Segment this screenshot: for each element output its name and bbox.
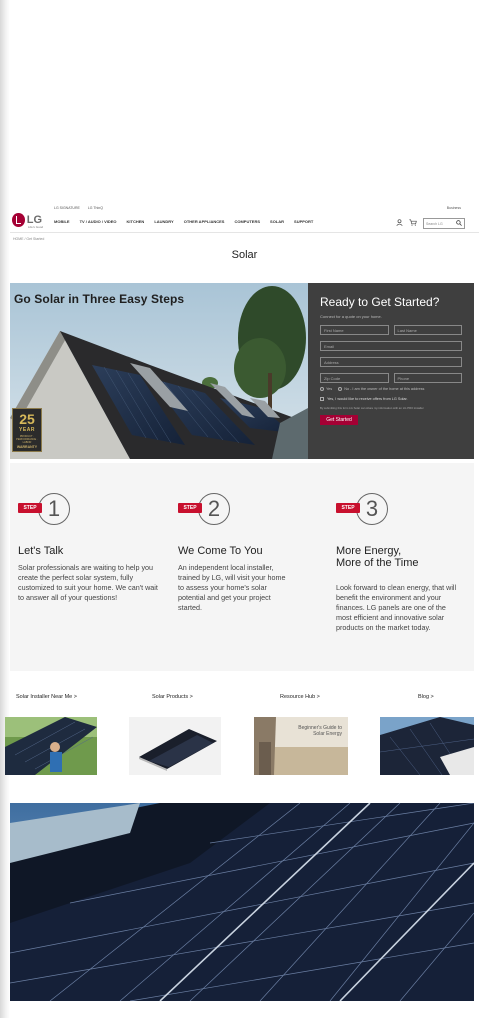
nav-mobile[interactable]: MOBILE <box>54 219 70 224</box>
get-started-button[interactable]: Get Started <box>320 415 358 425</box>
step-3-title: More Energy, More of the Time <box>336 545 419 569</box>
lg-signature-link[interactable]: LG SIGNATURE <box>54 206 80 210</box>
thumb-products[interactable] <box>129 717 221 775</box>
nav-laundry[interactable]: LAUNDRY <box>154 219 173 224</box>
blog-photo <box>380 717 474 775</box>
link-products[interactable]: Solar Products > <box>152 694 193 700</box>
radio-no-dot[interactable] <box>338 387 343 391</box>
badge-year: YEAR <box>19 427 35 433</box>
top-links: LG SIGNATURE LG ThinQ <box>54 206 103 210</box>
form-subtitle: Connect for a quote on your home. <box>320 314 382 319</box>
nav-kitchen[interactable]: KITCHEN <box>127 219 145 224</box>
step-3-text: Look forward to clean energy, that will … <box>336 583 457 632</box>
header-divider <box>10 232 479 233</box>
checkbox-box[interactable] <box>320 397 324 401</box>
business-link[interactable]: Business <box>447 206 461 210</box>
step-2-number: 2 <box>198 493 230 525</box>
first-name-field[interactable]: First Name <box>320 325 389 335</box>
products-photo <box>129 717 221 775</box>
step-1-tag: STEP <box>18 503 42 513</box>
search-box[interactable]: Search LG <box>423 218 465 229</box>
link-blog[interactable]: Blog > <box>418 694 434 700</box>
radio-yes[interactable]: Yes <box>320 387 332 391</box>
hero-image: Go Solar in Three Easy Steps 25 YEAR PRO… <box>10 283 308 459</box>
step-3-title-line-1: More Energy, <box>336 545 402 557</box>
solar-panel-closeup <box>10 803 474 1001</box>
breadcrumb[interactable]: HOME / Get Started <box>13 237 44 241</box>
site-header: LG Life's Good LG SIGNATURE LG ThinQ Bus… <box>10 204 479 234</box>
nav-other-appliances[interactable]: OTHER APPLIANCES <box>184 219 225 224</box>
nav-computers[interactable]: COMPUTERS <box>234 219 260 224</box>
phone-field[interactable]: Phone <box>393 373 462 383</box>
owner-radio-group: Yes No - I am the owner of the home at t… <box>320 387 462 391</box>
offers-checkbox[interactable]: Yes, I would like to receive offers from… <box>320 397 462 401</box>
step-3-tag: STEP <box>336 503 360 513</box>
logo-tagline: Life's Good <box>28 225 44 229</box>
step-2-tag: STEP <box>178 503 202 513</box>
link-resource-hub[interactable]: Resource Hub > <box>280 694 320 700</box>
nav-solar[interactable]: SOLAR <box>270 219 284 224</box>
header-icons: Search LG <box>396 218 465 229</box>
page-title: Solar <box>231 249 258 261</box>
zip-field[interactable]: Zip Code <box>320 373 389 383</box>
thumb-blog[interactable] <box>380 717 474 775</box>
step-2-text: An independent local installer, trained … <box>178 563 286 612</box>
form-title: Ready to Get Started? <box>320 295 440 309</box>
radio-no-label: No - I am the owner of the home at this … <box>344 387 425 391</box>
fine-print: By submitting this form LG Solar can sha… <box>320 406 424 410</box>
hero-title: Go Solar in Three Easy Steps <box>14 292 185 306</box>
main-nav: MOBILE TV / AUDIO / VIDEO KITCHEN LAUNDR… <box>54 219 313 224</box>
link-installer[interactable]: Solar Installer Near Me > <box>16 694 77 700</box>
address-field[interactable]: Address <box>320 357 462 367</box>
search-input[interactable]: Search LG <box>426 222 443 226</box>
page-shadow <box>0 0 10 1018</box>
radio-yes-label: Yes <box>326 387 333 391</box>
lg-thinq-link[interactable]: LG ThinQ <box>88 206 103 210</box>
blank-area <box>10 0 479 200</box>
warranty-badge: 25 YEAR PRODUCT · PERFORMANCE · LABOR WA… <box>12 408 42 452</box>
step-3-number: 3 <box>356 493 388 525</box>
thumb-resource-hub[interactable]: Beginner's Guide to Solar Energy <box>254 717 348 775</box>
resource-caption: Beginner's Guide to Solar Energy <box>298 725 342 737</box>
badge-small-1: PRODUCT · PERFORMANCE · LABOR <box>16 435 38 444</box>
user-icon[interactable] <box>396 219 403 228</box>
last-name-field[interactable]: Last Name <box>393 325 462 335</box>
badge-small-2: WARRANTY <box>16 445 38 449</box>
cart-icon[interactable] <box>409 219 417 228</box>
hero-illustration <box>10 283 308 459</box>
installer-photo <box>5 717 97 775</box>
step-3-title-line-2: More of the Time <box>336 557 419 569</box>
radio-yes-dot[interactable] <box>320 387 324 391</box>
email-field[interactable]: Email <box>320 341 462 351</box>
badge-number: 25 <box>19 411 35 427</box>
thumb-installer[interactable] <box>5 717 97 775</box>
step-2-title: We Come To You <box>178 545 263 557</box>
lg-logo-icon <box>12 213 25 227</box>
quote-form: Ready to Get Started? Connect for a quot… <box>308 283 474 459</box>
step-1-title: Let's Talk <box>18 545 64 557</box>
offers-checkbox-label: Yes, I would like to receive offers from… <box>327 397 408 401</box>
nav-tv-audio-video[interactable]: TV / AUDIO / VIDEO <box>80 219 117 224</box>
steps-section: 1 STEP Let's Talk Solar professionals ar… <box>10 463 474 671</box>
step-1-number: 1 <box>38 493 70 525</box>
step-1-text: Solar professionals are waiting to help … <box>18 563 158 602</box>
search-icon[interactable] <box>456 220 462 227</box>
radio-no[interactable]: No - I am the owner of the home at this … <box>338 387 424 391</box>
bottom-panel-image <box>10 803 474 1001</box>
nav-support[interactable]: SUPPORT <box>294 219 313 224</box>
